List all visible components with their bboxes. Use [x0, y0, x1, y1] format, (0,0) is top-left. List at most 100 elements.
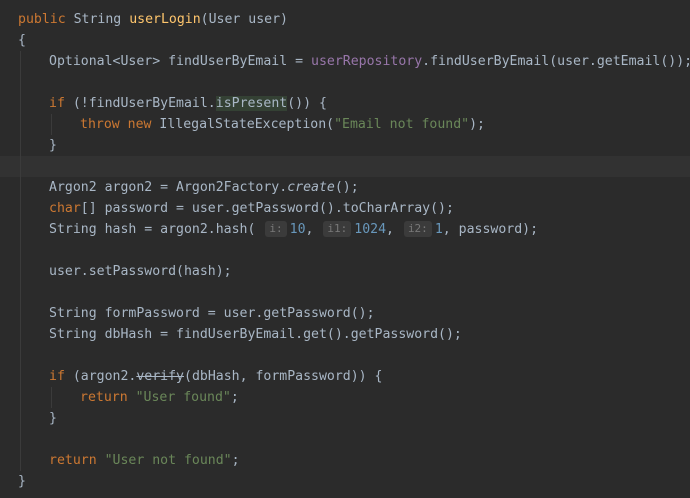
code-token: 10 — [289, 222, 306, 237]
code-line[interactable]: String hash = argon2.hash( i: 10, i1: 1024… — [0, 219, 690, 240]
code-token: return — [49, 453, 97, 468]
parameter-hint: i2: — [403, 221, 432, 237]
code-line[interactable]: Argon2 argon2 = Argon2Factory.create(); — [0, 177, 690, 198]
code-token: (argon2. — [64, 369, 137, 384]
code-line-content: user.setPassword(hash); — [18, 264, 232, 279]
code-token: new — [127, 117, 152, 132]
code-token: , — [386, 222, 402, 237]
indent-guide — [20, 282, 21, 303]
indent-guide — [20, 198, 21, 219]
code-token: (dbHash, formPassword)) { — [184, 369, 383, 384]
code-token: (); — [334, 180, 359, 195]
indent-guide — [20, 114, 21, 135]
code-token: } — [49, 138, 57, 153]
code-line-content: } — [18, 411, 57, 426]
indent-guide — [20, 429, 21, 450]
code-token: create — [287, 180, 335, 195]
code-line[interactable]: char[] password = user.getPassword().toC… — [0, 198, 690, 219]
code-line[interactable]: if (!findUserByEmail.isPresent()) { — [0, 93, 690, 114]
code-line[interactable]: return "User not found"; — [0, 450, 690, 471]
code-line[interactable]: if (argon2.verify(dbHash, formPassword))… — [0, 366, 690, 387]
code-token: ; — [230, 390, 239, 405]
indent-guide — [20, 51, 21, 72]
code-token: 1 — [434, 222, 443, 237]
indent-guide — [51, 387, 52, 408]
code-token: userLogin — [129, 12, 201, 27]
indent-guide — [20, 93, 21, 114]
indent-guide — [20, 366, 21, 387]
code-line[interactable]: return "User found"; — [0, 387, 690, 408]
code-token: String — [73, 12, 122, 27]
code-token: (!findUserByEmail. — [64, 96, 216, 111]
code-line-content: String hash = argon2.hash( i: 10, i1: 1024… — [18, 221, 539, 237]
indent-guide — [20, 261, 21, 282]
code-token: verify — [136, 369, 184, 384]
code-token: { — [18, 33, 26, 48]
code-line[interactable]: } — [0, 471, 690, 492]
code-token: userRepository — [311, 54, 423, 69]
code-token: IllegalStateException( — [151, 117, 335, 132]
code-line[interactable]: } — [0, 408, 690, 429]
code-line-content: char[] password = user.getPassword().toC… — [18, 201, 454, 216]
code-token: Optional<User> findUserByEmail = — [49, 54, 312, 69]
indent-guide — [20, 387, 21, 408]
code-token: ; — [231, 453, 240, 468]
code-line-content: } — [18, 138, 57, 153]
indent-guide — [20, 72, 21, 93]
code-line-content: return "User not found"; — [18, 453, 240, 468]
code-line[interactable]: user.setPassword(hash); — [0, 261, 690, 282]
code-line-content: { — [18, 33, 26, 48]
indent-guide — [20, 177, 21, 198]
parameter-hint: i: — [265, 221, 287, 237]
code-token: Argon2 argon2 = Argon2Factory. — [49, 180, 288, 195]
code-token: , password); — [442, 222, 539, 237]
code-line-content: if (argon2.verify(dbHash, formPassword))… — [18, 369, 383, 384]
code-line-content: Optional<User> findUserByEmail = userRep… — [18, 54, 690, 69]
code-line-content: public String userLogin(User user) — [18, 12, 288, 27]
indent-guide — [20, 303, 21, 324]
code-line[interactable]: } — [0, 135, 690, 156]
code-token: if — [49, 369, 65, 384]
code-token: String formPassword = user.getPassword()… — [49, 306, 375, 321]
code-line[interactable]: { — [0, 30, 690, 51]
code-line-content: Argon2 argon2 = Argon2Factory.create(); — [18, 180, 359, 195]
indent-guide — [20, 135, 21, 156]
code-line[interactable]: String dbHash = findUserByEmail.get().ge… — [0, 324, 690, 345]
code-token: ()) { — [287, 96, 327, 111]
code-line-content: String formPassword = user.getPassword()… — [18, 306, 375, 321]
code-line-content: } — [18, 474, 26, 489]
code-editor[interactable]: public String userLogin(User user) { Optio… — [0, 0, 690, 498]
code-token: } — [18, 474, 26, 489]
code-line-content: String dbHash = findUserByEmail.get().ge… — [18, 327, 462, 342]
code-token: (User user) — [200, 12, 288, 27]
code-line[interactable] — [0, 240, 690, 261]
indent-guide — [51, 114, 52, 135]
code-line[interactable] — [0, 429, 690, 450]
code-line-content: if (!findUserByEmail.isPresent()) { — [18, 96, 327, 111]
indent-guide — [20, 450, 21, 471]
code-line[interactable]: String formPassword = user.getPassword()… — [0, 303, 690, 324]
code-line[interactable]: public String userLogin(User user) — [0, 9, 690, 30]
code-token: "Email not found" — [334, 117, 470, 132]
code-token: "User found" — [135, 390, 231, 405]
code-token: String hash = argon2.hash( — [49, 222, 264, 237]
code-token: return — [80, 390, 128, 405]
code-token: public — [18, 12, 66, 27]
code-token: } — [49, 411, 57, 426]
code-token: 1024 — [354, 222, 387, 237]
code-token: char — [49, 201, 81, 216]
code-line[interactable] — [0, 72, 690, 93]
code-line[interactable]: Optional<User> findUserByEmail = userRep… — [0, 51, 690, 72]
code-line[interactable] — [0, 282, 690, 303]
code-line[interactable]: throw new IllegalStateException("Email n… — [0, 114, 690, 135]
code-token: String dbHash = findUserByEmail.get().ge… — [49, 327, 462, 342]
code-token: , — [305, 222, 322, 237]
code-line[interactable] — [0, 156, 690, 177]
code-line-content: throw new IllegalStateException("Email n… — [18, 117, 485, 132]
code-line[interactable] — [0, 345, 690, 366]
parameter-hint: i1: — [323, 221, 352, 237]
